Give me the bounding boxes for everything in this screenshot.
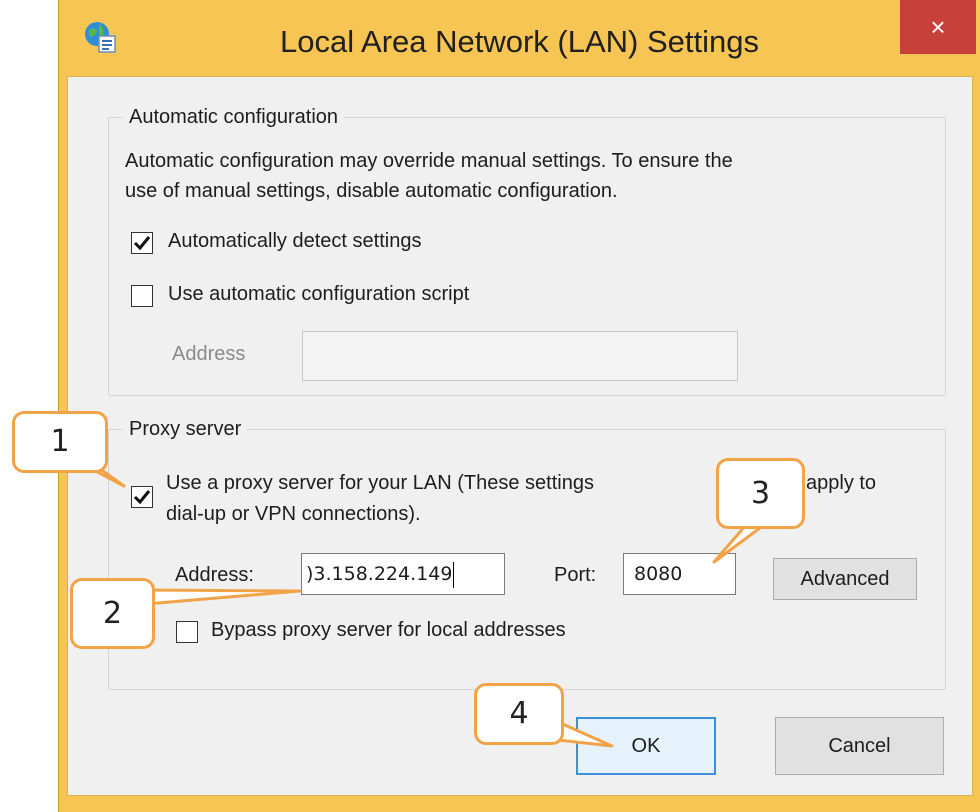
- callout-pointer: [144, 588, 302, 606]
- callout-1: 1: [12, 411, 108, 473]
- callout-2: 2: [70, 578, 155, 649]
- callout-4: 4: [474, 683, 564, 745]
- callout-pointer: [556, 720, 614, 748]
- callout-3: 3: [716, 458, 805, 529]
